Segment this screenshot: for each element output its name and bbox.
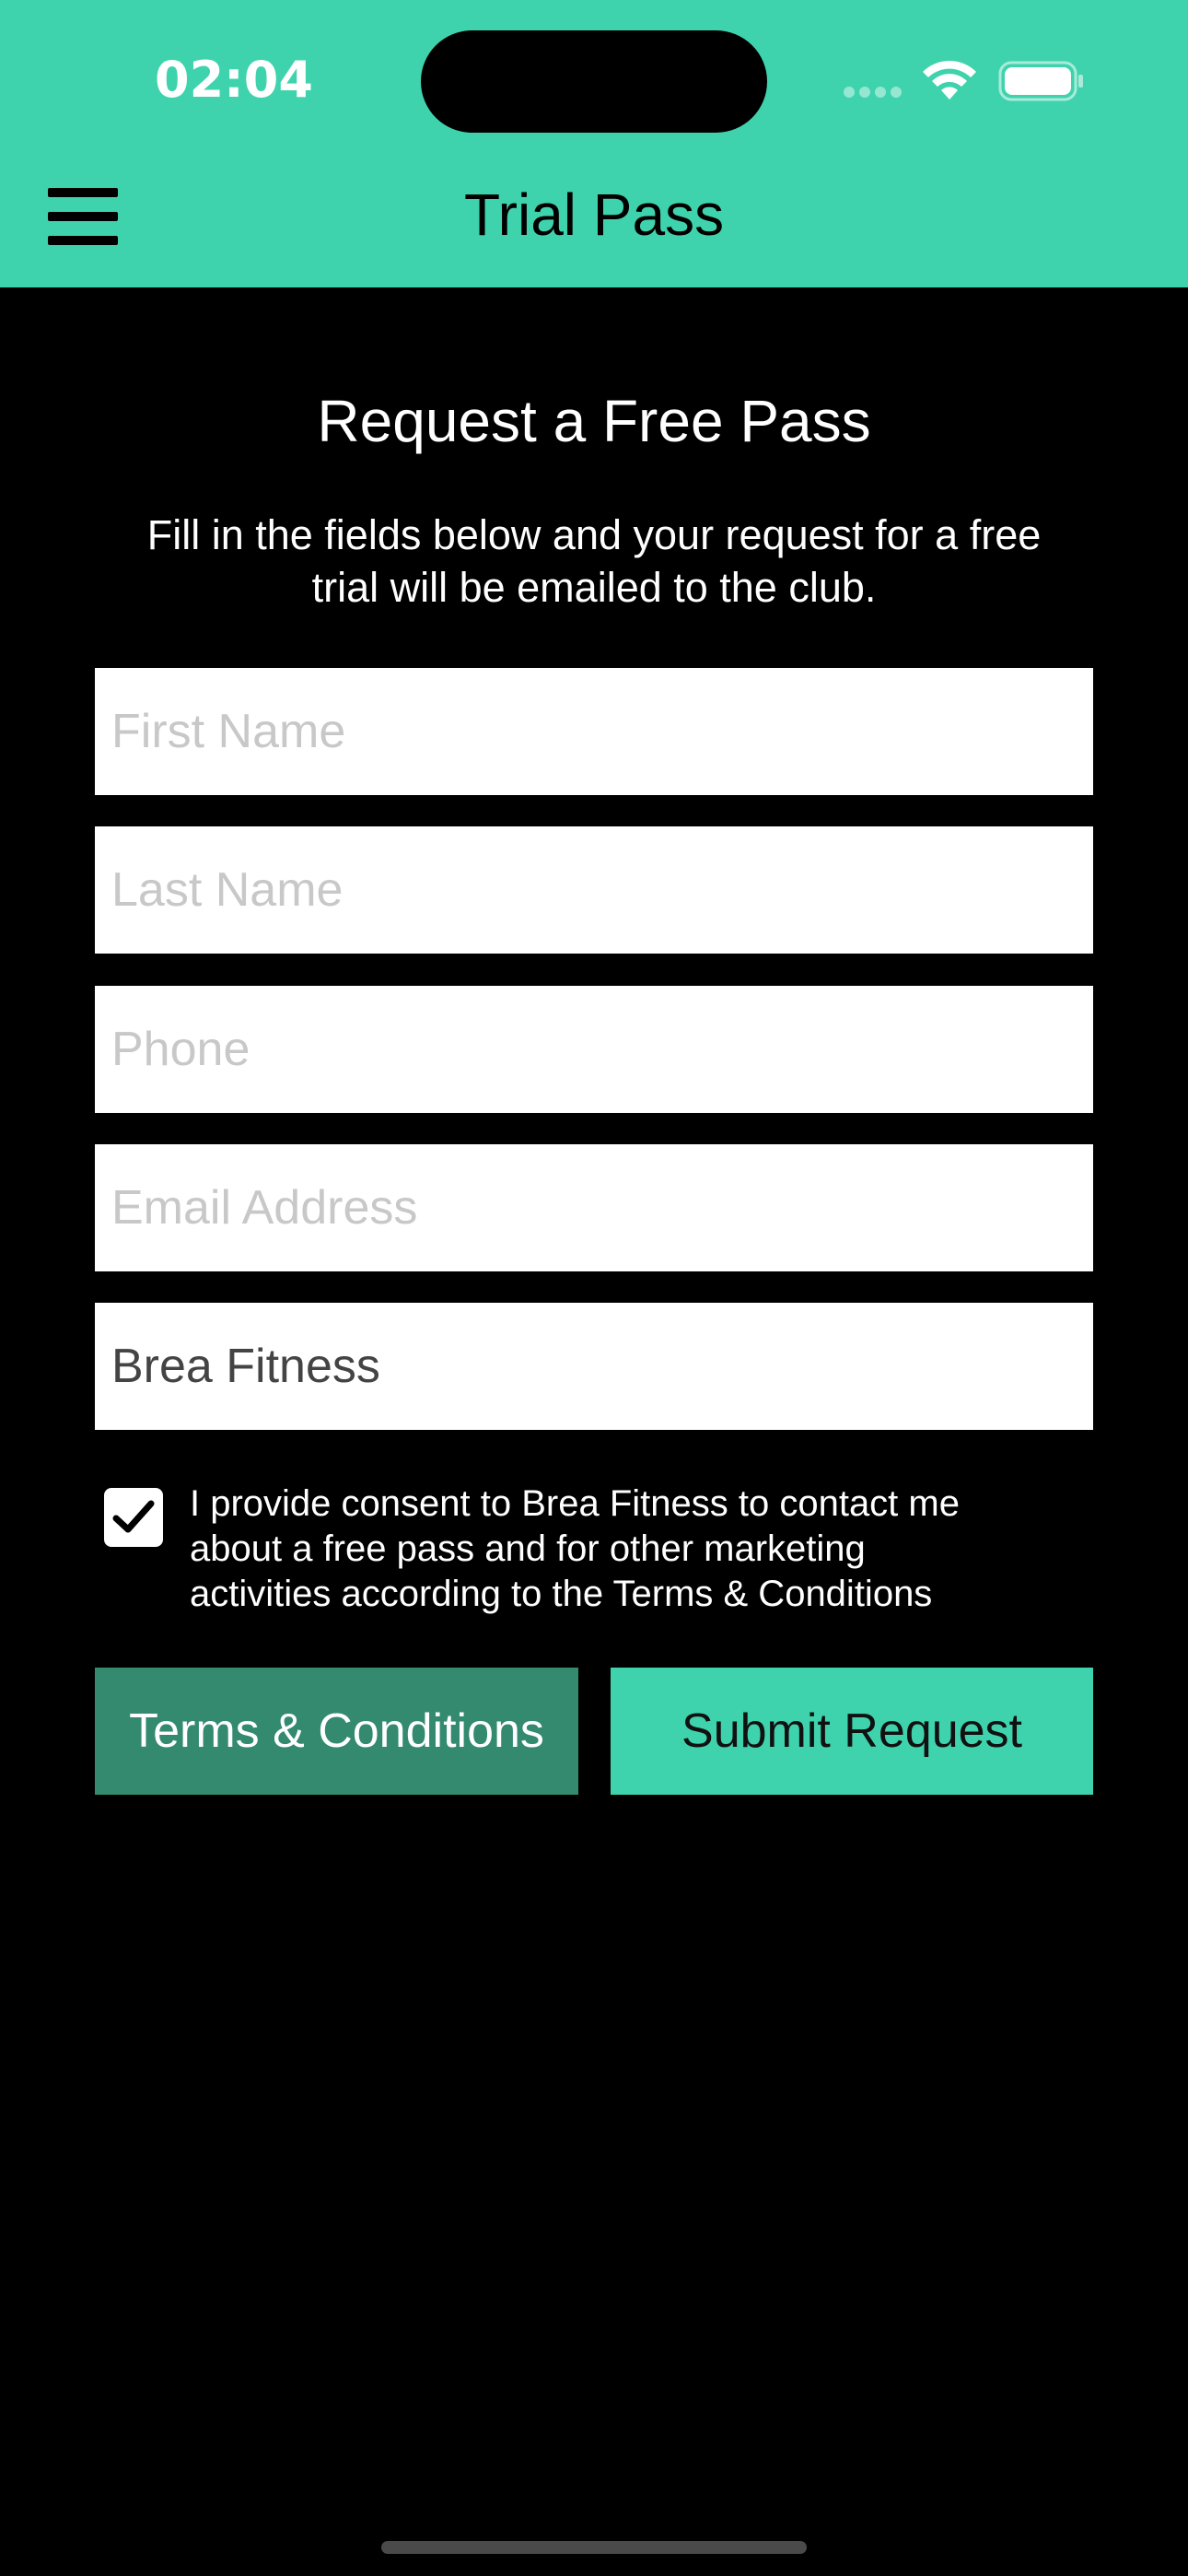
consent-line-1: I provide consent to Brea Fitness to con…	[190, 1483, 960, 1524]
intro-line-1: Fill in the fields below and your reques…	[146, 511, 1042, 558]
consent-text: I provide consent to Brea Fitness to con…	[190, 1481, 1074, 1617]
submit-request-button[interactable]: Submit Request	[611, 1668, 1093, 1795]
dynamic-island	[421, 30, 767, 133]
consent-checkbox[interactable]	[104, 1488, 163, 1547]
terms-conditions-button[interactable]: Terms & Conditions	[95, 1668, 578, 1795]
wifi-icon	[923, 60, 976, 100]
last-name-input[interactable]	[95, 826, 1093, 954]
intro-text: Fill in the fields below and your reques…	[87, 509, 1101, 614]
battery-icon	[998, 61, 1083, 101]
email-input[interactable]	[95, 1144, 1093, 1271]
consent-line-2: about a free pass and for other marketin…	[190, 1528, 866, 1569]
checkmark-icon	[112, 1500, 155, 1533]
first-name-input[interactable]	[95, 668, 1093, 795]
consent-line-3: activities according to the Terms & Cond…	[190, 1574, 933, 1614]
nav-title: Trial Pass	[463, 181, 725, 248]
intro-line-2: trial will be emailed to the club.	[311, 564, 877, 611]
home-indicator	[381, 2541, 807, 2554]
status-bar-time: 02:04	[155, 51, 313, 109]
cellular-signal-icon	[844, 87, 903, 100]
phone-input[interactable]	[95, 986, 1093, 1113]
page-title: Request a Free Pass	[317, 388, 871, 454]
club-input[interactable]	[95, 1303, 1093, 1430]
hamburger-menu-icon[interactable]	[48, 184, 122, 249]
app-header: 02:04 Trial Pass	[0, 0, 1188, 287]
